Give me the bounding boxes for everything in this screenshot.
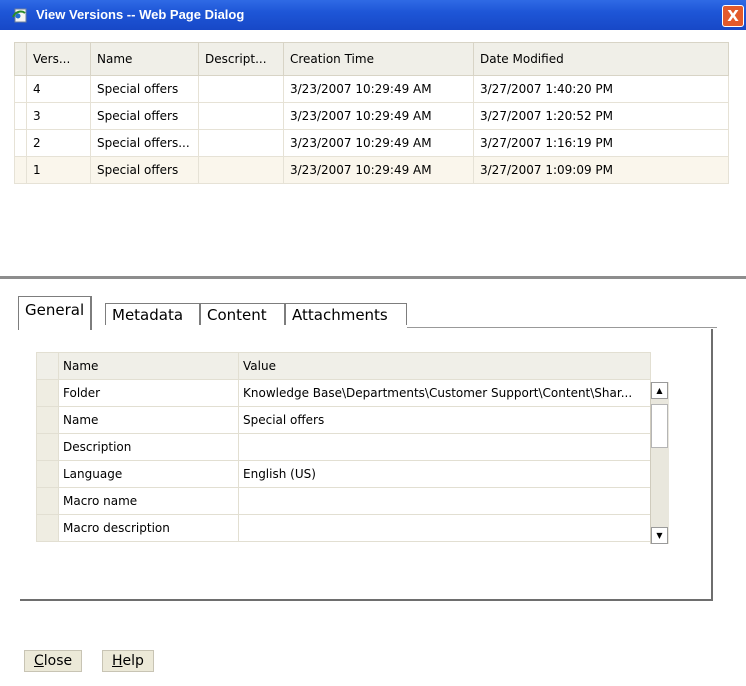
name-cell: Special offers xyxy=(90,156,199,184)
row-header-cell xyxy=(14,156,27,184)
properties-grid: Name Value Folder Knowledge Base\Departm… xyxy=(36,352,670,566)
column-header-name[interactable]: Name xyxy=(90,42,199,76)
column-header-creation-time[interactable]: Creation Time xyxy=(283,42,474,76)
tab-content[interactable]: Content xyxy=(200,303,285,325)
row-header-cell xyxy=(36,487,59,515)
version-cell: 4 xyxy=(26,75,91,103)
versions-panel: Vers... Name Descript... Creation Time D… xyxy=(14,42,729,256)
date-modified-cell: 3/27/2007 1:16:19 PM xyxy=(473,129,729,157)
version-row-selected[interactable]: 1 Special offers 3/23/2007 10:29:49 AM 3… xyxy=(14,156,729,184)
version-row[interactable]: 4 Special offers 3/23/2007 10:29:49 AM 3… xyxy=(14,75,729,103)
properties-scrollbar[interactable]: ▲ ▼ xyxy=(650,382,669,544)
close-button-label: lose xyxy=(43,653,73,669)
window-title: View Versions -- Web Page Dialog xyxy=(36,7,245,22)
scroll-down-arrow-icon[interactable]: ▼ xyxy=(651,527,668,544)
tab-attachments[interactable]: Attachments xyxy=(285,303,407,325)
column-header-version[interactable]: Vers... xyxy=(26,42,91,76)
column-header-description[interactable]: Descript... xyxy=(198,42,284,76)
row-header-cell xyxy=(36,352,59,380)
name-cell: Special offers xyxy=(90,75,199,103)
title-bar: View Versions -- Web Page Dialog X xyxy=(0,0,746,30)
description-cell xyxy=(198,75,284,103)
property-row[interactable]: Macro name xyxy=(36,487,651,515)
creation-time-cell: 3/23/2007 10:29:49 AM xyxy=(283,129,474,157)
property-row[interactable]: Folder Knowledge Base\Departments\Custom… xyxy=(36,379,651,407)
pane-splitter[interactable] xyxy=(0,276,746,279)
tab-general[interactable]: General xyxy=(18,296,93,330)
property-name: Folder xyxy=(58,379,239,407)
name-cell: Special offers xyxy=(90,102,199,130)
help-button-accesskey: H xyxy=(112,653,123,669)
description-cell xyxy=(198,129,284,157)
properties-header-row: Name Value xyxy=(36,352,651,380)
version-cell: 2 xyxy=(26,129,91,157)
close-window-button[interactable]: X xyxy=(722,5,744,27)
versions-header-row: Vers... Name Descript... Creation Time D… xyxy=(14,42,729,76)
date-modified-cell: 3/27/2007 1:09:09 PM xyxy=(473,156,729,184)
row-header-cell xyxy=(36,433,59,461)
row-header-cell xyxy=(36,406,59,434)
row-header-cell xyxy=(36,460,59,488)
row-header-cell xyxy=(14,42,27,76)
version-cell: 1 xyxy=(26,156,91,184)
property-name-header: Name xyxy=(58,352,239,380)
description-cell xyxy=(198,102,284,130)
tab-metadata[interactable]: Metadata xyxy=(105,303,200,325)
row-header-cell xyxy=(36,514,59,542)
row-header-cell xyxy=(14,102,27,130)
property-name: Description xyxy=(58,433,239,461)
property-value-header: Value xyxy=(238,352,651,380)
property-name: Language xyxy=(58,460,239,488)
property-row[interactable]: Name Special offers xyxy=(36,406,651,434)
row-header-cell xyxy=(14,129,27,157)
description-cell xyxy=(198,156,284,184)
name-cell: Special offers... xyxy=(90,129,199,157)
column-header-date-modified[interactable]: Date Modified xyxy=(473,42,729,76)
property-row[interactable]: Description xyxy=(36,433,651,461)
property-row[interactable]: Language English (US) xyxy=(36,460,651,488)
version-row[interactable]: 3 Special offers 3/23/2007 10:29:49 AM 3… xyxy=(14,102,729,130)
property-name: Macro description xyxy=(58,514,239,542)
row-header-cell xyxy=(36,379,59,407)
property-name: Name xyxy=(58,406,239,434)
close-button[interactable]: Close xyxy=(24,650,83,672)
property-row[interactable]: Macro description xyxy=(36,514,651,542)
property-value[interactable] xyxy=(238,514,651,542)
property-value[interactable]: Knowledge Base\Departments\Customer Supp… xyxy=(238,379,651,407)
version-row[interactable]: 2 Special offers... 3/23/2007 10:29:49 A… xyxy=(14,129,729,157)
creation-time-cell: 3/23/2007 10:29:49 AM xyxy=(283,75,474,103)
scroll-thumb[interactable] xyxy=(651,404,668,448)
creation-time-cell: 3/23/2007 10:29:49 AM xyxy=(283,156,474,184)
help-button[interactable]: Help xyxy=(102,650,154,672)
property-value[interactable] xyxy=(238,487,651,515)
property-value[interactable]: Special offers xyxy=(238,406,651,434)
close-button-accesskey: C xyxy=(34,653,44,669)
date-modified-cell: 3/27/2007 1:40:20 PM xyxy=(473,75,729,103)
properties-table: Name Value Folder Knowledge Base\Departm… xyxy=(36,352,651,542)
row-header-cell xyxy=(14,75,27,103)
help-button-label: elp xyxy=(122,653,144,669)
versions-table: Vers... Name Descript... Creation Time D… xyxy=(14,42,729,184)
property-value[interactable] xyxy=(238,433,651,461)
date-modified-cell: 3/27/2007 1:20:52 PM xyxy=(473,102,729,130)
tab-strip-line xyxy=(407,327,717,328)
creation-time-cell: 3/23/2007 10:29:49 AM xyxy=(283,102,474,130)
version-cell: 3 xyxy=(26,102,91,130)
scroll-up-arrow-icon[interactable]: ▲ xyxy=(651,382,668,399)
property-value[interactable]: English (US) xyxy=(238,460,651,488)
ie-page-icon xyxy=(12,8,27,23)
property-name: Macro name xyxy=(58,487,239,515)
